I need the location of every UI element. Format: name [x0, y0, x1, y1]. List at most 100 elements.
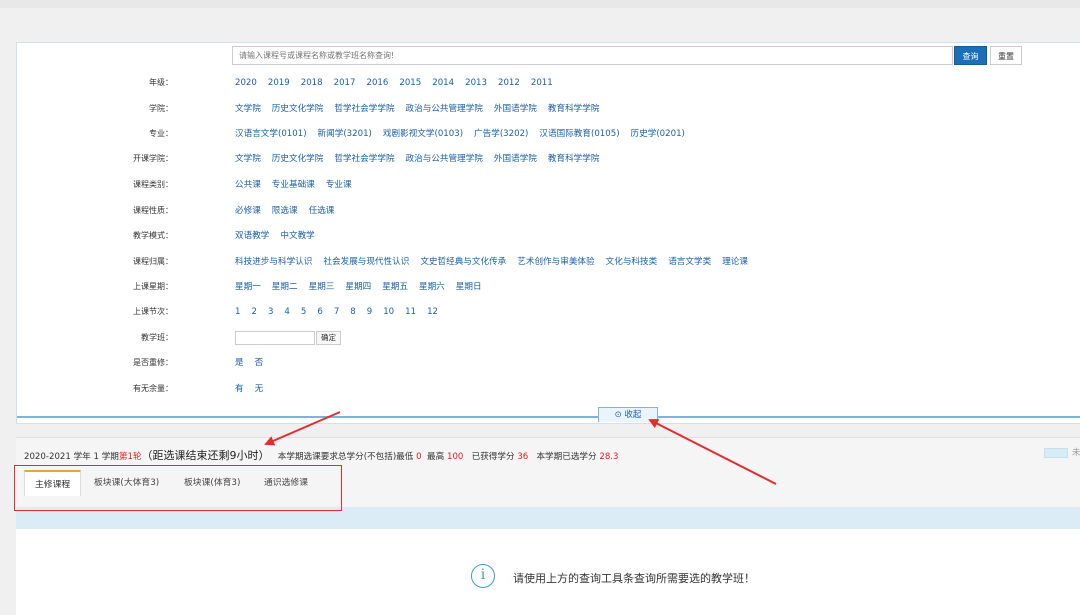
filter-option[interactable]: 2017 — [334, 76, 356, 90]
filter-row: 课程性质： 必修课 限选课 任选课 — [17, 204, 1017, 218]
filter-option[interactable]: 2020 — [235, 76, 257, 90]
filter-option[interactable]: 专业课 — [326, 178, 352, 192]
search-input[interactable] — [232, 46, 953, 65]
filter-option[interactable]: 文化与科技类 — [606, 255, 658, 269]
filter-option[interactable]: 2 — [251, 305, 256, 319]
filter-option[interactable]: 历史文化学院 — [272, 152, 324, 166]
filter-option[interactable]: 2014 — [432, 76, 454, 90]
filter-option[interactable]: 社会发展与现代性认识 — [323, 255, 409, 269]
filter-option[interactable]: 政治与公共管理学院 — [406, 102, 483, 116]
filter-row: 上课星期： 星期一 星期二 星期三 星期四 星期五 星期六 星期日 — [17, 280, 1017, 294]
filter-row: 上课节次： 1 2 3 4 5 6 7 8 9 10 11 12 — [17, 305, 1017, 319]
filter-option[interactable]: 双语教学 — [235, 229, 269, 243]
filter-option[interactable]: 2011 — [531, 76, 553, 90]
filter-option[interactable]: 公共课 — [235, 178, 261, 192]
filter-option[interactable]: 教育科学学院 — [548, 152, 600, 166]
filter-option[interactable]: 有 — [235, 382, 244, 396]
filter-option[interactable]: 必修课 — [235, 204, 261, 218]
filter-label: 上课节次： — [133, 307, 173, 316]
class-filter-input[interactable] — [235, 331, 315, 345]
filter-options: 确定 — [235, 331, 341, 346]
filter-option[interactable]: 哲学社会学学院 — [334, 102, 394, 116]
filter-option[interactable]: 哲学社会学学院 — [334, 152, 394, 166]
filter-option[interactable]: 政治与公共管理学院 — [406, 152, 483, 166]
filter-option[interactable]: 2016 — [367, 76, 389, 90]
filter-option[interactable]: 语言文学类 — [668, 255, 711, 269]
filter-option[interactable]: 2018 — [301, 76, 323, 90]
legend-label: 未 — [1072, 448, 1080, 458]
filter-row: 专业： 汉语言文学(0101) 新闻学(3201) 戏剧影视文学(0103) 广告学(3… — [17, 127, 1017, 141]
filter-options: 是否 — [235, 356, 274, 370]
filter-option[interactable]: 理论课 — [722, 255, 748, 269]
query-button[interactable]: 查询 — [954, 46, 987, 65]
selected-credit: 28.3 — [599, 452, 619, 462]
filter-option[interactable]: 科技进步与科学认识 — [235, 255, 312, 269]
filter-option[interactable]: 2015 — [399, 76, 421, 90]
filter-option[interactable]: 历史文化学院 — [272, 102, 324, 116]
filter-panel: 查询 重置 年级： 2020 2019 2018 2017 2016 2015 2014 201… — [16, 42, 1080, 424]
filter-options: 必修课 限选课 任选课 — [235, 204, 345, 218]
filter-option[interactable]: 星期四 — [345, 280, 371, 294]
filter-option[interactable]: 星期五 — [382, 280, 408, 294]
filter-option[interactable]: 2013 — [465, 76, 487, 90]
legend-swatch — [1044, 448, 1068, 458]
filter-option[interactable]: 9 — [367, 305, 372, 319]
filter-option[interactable]: 文学院 — [235, 152, 261, 166]
filter-option[interactable]: 文学院 — [235, 102, 261, 116]
filter-label: 专业： — [149, 129, 173, 138]
filter-label: 课程归属： — [133, 257, 173, 266]
filter-option[interactable]: 星期六 — [419, 280, 445, 294]
filter-option[interactable]: 新闻学(3201) — [318, 127, 372, 141]
filter-option[interactable]: 11 — [405, 305, 416, 319]
filter-option[interactable]: 否 — [255, 356, 264, 370]
filter-option[interactable]: 1 — [235, 305, 240, 319]
filter-option[interactable]: 6 — [317, 305, 322, 319]
filter-option[interactable]: 外国语学院 — [494, 102, 537, 116]
filter-option[interactable]: 广告学(3202) — [474, 127, 528, 141]
filter-option[interactable]: 星期日 — [456, 280, 482, 294]
earned-label: 已获得学分 — [471, 452, 515, 462]
filter-option[interactable]: 2019 — [268, 76, 290, 90]
filter-options: 科技进步与科学认识 社会发展与现代性认识 文史哲经典与文化传承 艺术创作与审美体验 文化… — [235, 255, 759, 269]
confirm-button[interactable]: 确定 — [316, 331, 341, 345]
filter-option[interactable]: 文史哲经典与文化传承 — [420, 255, 506, 269]
filter-row: 课程归属： 科技进步与科学认识 社会发展与现代性认识 文史哲经典与文化传承 艺术创作与审… — [17, 255, 1017, 269]
filter-option[interactable]: 8 — [350, 305, 355, 319]
filter-option[interactable]: 戏剧影视文学(0103) — [383, 127, 463, 141]
tab-block-pe-large[interactable]: 板块课(大体育3) — [84, 470, 169, 496]
collapse-button[interactable]: ⊙ 收起 — [598, 407, 658, 422]
filter-row: 教学模式： 双语教学 中文教学 — [17, 229, 1017, 243]
filter-option[interactable]: 3 — [268, 305, 273, 319]
filter-options: 公共课 专业基础课 专业课 — [235, 178, 363, 192]
filter-option[interactable]: 4 — [284, 305, 289, 319]
tab-major-courses[interactable]: 主修课程 — [24, 470, 82, 496]
filter-option[interactable]: 7 — [334, 305, 339, 319]
filter-option[interactable]: 历史学(0201) — [631, 127, 685, 141]
filter-option[interactable]: 10 — [383, 305, 394, 319]
filter-option[interactable]: 专业基础课 — [272, 178, 315, 192]
year-term: 2020-2021 学年 1 学期 — [24, 452, 119, 462]
course-tabs: 主修课程 板块课(大体育3) 板块课(体育3) 通识选修课 — [16, 467, 1080, 507]
filter-option[interactable]: 5 — [301, 305, 306, 319]
filter-option[interactable]: 艺术创作与审美体验 — [517, 255, 594, 269]
filter-option[interactable]: 星期一 — [235, 280, 261, 294]
reset-button[interactable]: 重置 — [990, 46, 1022, 65]
filter-option[interactable]: 外国语学院 — [494, 152, 537, 166]
filter-option[interactable]: 星期二 — [272, 280, 298, 294]
filter-option[interactable]: 2012 — [498, 76, 520, 90]
top-strip — [0, 0, 1080, 8]
countdown: （距选课结束还剩9小时） — [141, 449, 270, 462]
filter-option[interactable]: 任选课 — [309, 204, 335, 218]
min-credit: 0 — [416, 452, 422, 462]
filter-option[interactable]: 中文教学 — [280, 229, 314, 243]
filter-option[interactable]: 无 — [255, 382, 264, 396]
filter-option[interactable]: 星期三 — [309, 280, 335, 294]
filter-option[interactable]: 教育科学学院 — [548, 102, 600, 116]
filter-option[interactable]: 是 — [235, 356, 244, 370]
filter-option[interactable]: 汉语言文学(0101) — [235, 127, 307, 141]
tab-block-pe[interactable]: 板块课(体育3) — [174, 470, 250, 496]
tab-general-electives[interactable]: 通识选修课 — [254, 470, 318, 496]
filter-option[interactable]: 12 — [427, 305, 438, 319]
filter-option[interactable]: 汉语国际教育(0105) — [539, 127, 619, 141]
filter-option[interactable]: 限选课 — [272, 204, 298, 218]
